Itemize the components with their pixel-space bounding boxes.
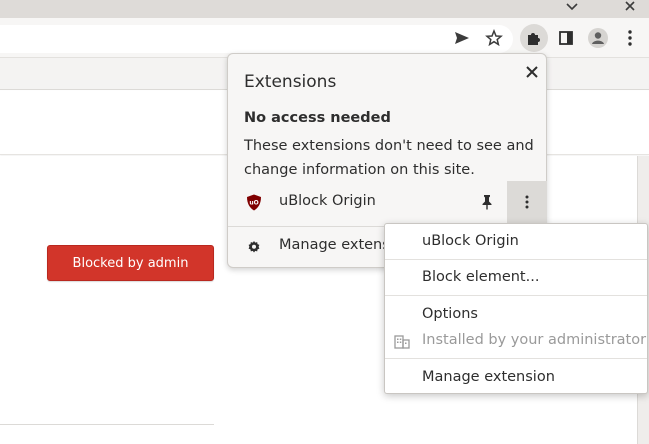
menu-separator xyxy=(385,259,647,260)
side-panel-icon[interactable] xyxy=(552,24,580,52)
menu-item-label: Block element... xyxy=(422,269,540,285)
send-icon[interactable] xyxy=(448,24,476,52)
window-titlebar xyxy=(0,0,649,18)
page-divider xyxy=(0,424,214,425)
menu-separator xyxy=(385,295,647,296)
window-close-icon[interactable] xyxy=(620,0,640,14)
svg-text:uO: uO xyxy=(249,200,258,207)
menu-item-label: Options xyxy=(422,306,478,322)
puzzle-icon[interactable] xyxy=(520,24,548,52)
extensions-popup-title: Extensions xyxy=(244,72,337,92)
menu-item-manage-extension[interactable]: Manage extension xyxy=(385,363,647,393)
extension-context-menu: uBlock Origin Block element... Options I… xyxy=(384,223,648,394)
menu-item-ublock-origin[interactable]: uBlock Origin xyxy=(385,227,647,257)
more-vert-icon[interactable] xyxy=(616,24,644,52)
address-bar[interactable] xyxy=(0,25,513,53)
extension-more-button[interactable] xyxy=(507,181,547,223)
chevron-down-icon[interactable] xyxy=(562,0,582,14)
ublock-icon: uO xyxy=(246,194,262,211)
menu-item-label: uBlock Origin xyxy=(422,233,519,249)
pin-icon[interactable] xyxy=(478,193,496,211)
section-description: These extensions don't need to see and c… xyxy=(244,138,534,178)
extension-name: uBlock Origin xyxy=(279,193,376,209)
close-icon[interactable] xyxy=(520,60,544,84)
building-icon xyxy=(394,334,410,349)
menu-separator xyxy=(385,358,647,359)
menu-item-block-element[interactable]: Block element... xyxy=(385,263,647,293)
profile-icon[interactable] xyxy=(584,24,612,52)
extension-row-ublock[interactable]: uO uBlock Origin xyxy=(228,181,547,223)
star-icon[interactable] xyxy=(480,24,508,52)
menu-item-label: Manage extension xyxy=(422,369,555,385)
more-vert-icon xyxy=(525,195,529,209)
menu-item-label: Installed by your administrator xyxy=(422,332,647,348)
menu-item-installed-by-admin: Installed by your administrator xyxy=(385,326,647,356)
blocked-by-admin-button[interactable]: Blocked by admin xyxy=(47,245,214,281)
gear-icon xyxy=(246,239,262,255)
section-heading: No access needed xyxy=(244,110,391,126)
browser-toolbar xyxy=(0,18,649,58)
